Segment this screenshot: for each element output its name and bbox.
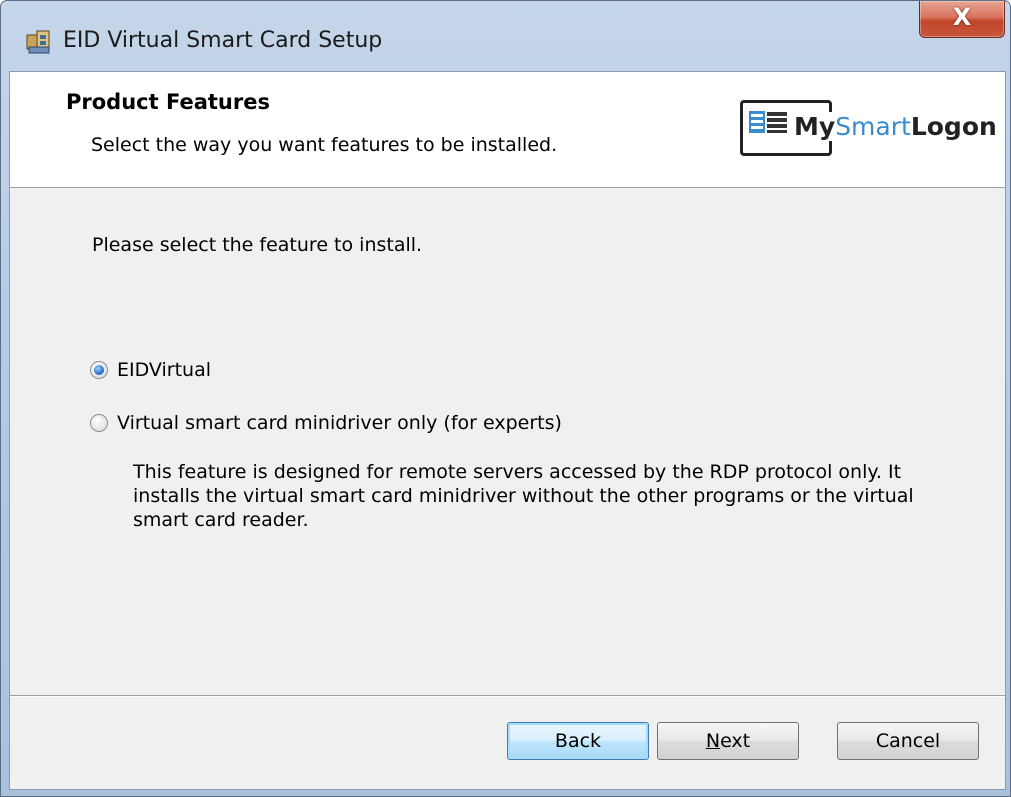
next-mnemonic: N (705, 730, 721, 752)
footer-separator (10, 695, 1005, 697)
cancel-button[interactable]: Cancel (837, 722, 979, 760)
option-eidvirtual-label[interactable]: EIDVirtual (117, 359, 211, 381)
option-eidvirtual[interactable]: EIDVirtual (90, 359, 211, 381)
installer-icon (26, 30, 50, 54)
close-button[interactable]: X (919, 1, 1005, 38)
mysmartlogon-logo: MySmartLogon (740, 98, 1000, 160)
cancel-button-label: Cancel (875, 730, 941, 752)
next-button[interactable]: Next (657, 722, 799, 760)
smart-card-chip-icon (748, 110, 788, 134)
next-button-label: Next (706, 730, 750, 752)
setup-window: EID Virtual Smart Card Setup X Product F… (0, 0, 1011, 797)
close-icon: X (952, 3, 972, 31)
next-rest: ext (720, 730, 751, 752)
instruction-text: Please select the feature to install. (92, 234, 423, 256)
feature-description: This feature is designed for remote serv… (133, 461, 914, 531)
logo-smart: Smart (835, 112, 911, 141)
back-button-label: Back (554, 730, 602, 752)
header-banner: Product Features Select the way you want… (10, 72, 1005, 188)
radio-button-selected[interactable] (90, 361, 108, 379)
page-title: Product Features (66, 90, 270, 114)
title-bar[interactable]: EID Virtual Smart Card Setup X (1, 1, 1010, 71)
back-button[interactable]: Back (507, 722, 649, 760)
client-area: Product Features Select the way you want… (9, 71, 1006, 790)
logo-logon: Logon (910, 112, 997, 141)
logo-my: My (794, 112, 836, 141)
page-subtitle: Select the way you want features to be i… (91, 134, 558, 156)
option-minidriver-label[interactable]: Virtual smart card minidriver only (for … (117, 412, 562, 434)
window-title: EID Virtual Smart Card Setup (63, 28, 383, 53)
radio-button-unselected[interactable] (90, 414, 108, 432)
logo-wordmark: MySmartLogon (792, 112, 997, 141)
option-minidriver-only[interactable]: Virtual smart card minidriver only (for … (90, 412, 562, 434)
